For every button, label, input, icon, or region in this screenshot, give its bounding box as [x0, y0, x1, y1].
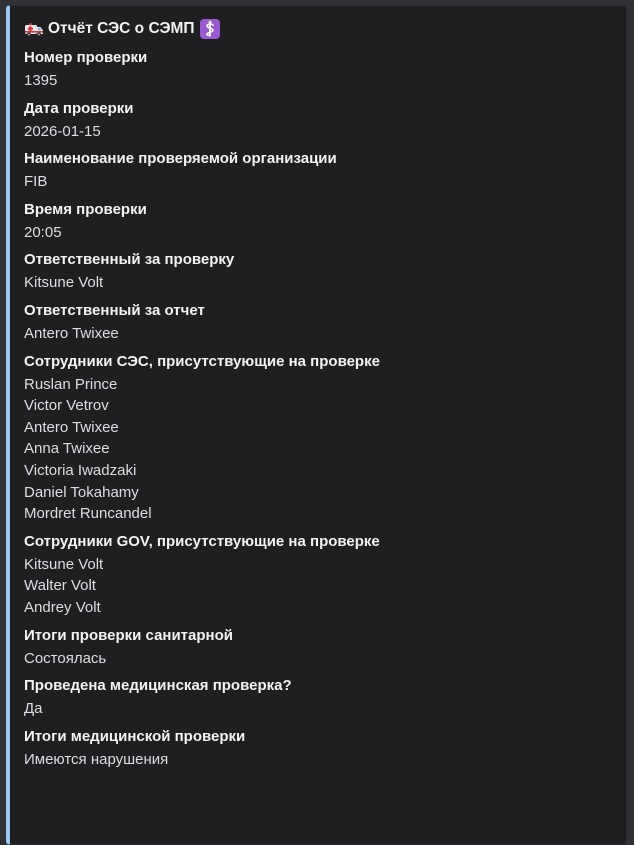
field-name: Дата проверки [24, 99, 134, 117]
embed-title: Отчёт СЭС о СЭМП [24, 16, 612, 42]
field-value: Да [24, 700, 43, 718]
embed-field: Дата проверки 2026-01-15 [24, 98, 612, 143]
field-value: Kitsune Volt Walter Volt Andrey Volt [24, 555, 104, 616]
field-name: Номер проверки [24, 49, 148, 66]
field-value: Имеются нарушения [24, 750, 169, 768]
field-name: Время проверки [24, 200, 147, 218]
field-value: Ruslan Prince Victor Vetrov Antero Twixe… [24, 375, 152, 523]
field-value: FIB [24, 173, 48, 191]
embed-field: Сотрудники СЭС, присутствующие на провер… [24, 351, 612, 525]
embed-field: Итоги медицинской проверки Имеются наруше… [24, 726, 612, 771]
field-name: Ответственный за проверку [24, 251, 235, 269]
embed-field: Ответственный за отчет Antero Twixee [24, 300, 612, 345]
field-value: Kitsune Volt [24, 274, 104, 292]
field-name: Сотрудники GOV, присутствующие на провер… [24, 532, 380, 550]
field-name: Сотрудники СЭС, присутствующие на провер… [24, 352, 380, 370]
medical-symbol-icon [199, 19, 220, 39]
embed-title-text: Отчёт СЭС о СЭМП [48, 20, 195, 37]
field-value: Antero Twixee [24, 324, 119, 342]
embed-field: Время проверки 20:05 [24, 199, 612, 244]
embed-field: Номер проверки 1395 [24, 47, 612, 92]
field-value: 2026-01-15 [24, 122, 101, 140]
field-name: Ответственный за отчет [24, 301, 205, 319]
embed-field: Сотрудники GOV, присутствующие на провер… [24, 531, 612, 619]
field-value: 1395 [24, 72, 58, 89]
embed-field: Проведена медицинская проверка? Да [24, 675, 612, 720]
field-name: Наименование проверяемой организации [24, 150, 337, 168]
report-embed: Отчёт СЭС о СЭМП Номер проверки 1395 Дата … [6, 5, 627, 845]
field-value: Состоялась [24, 649, 107, 667]
embed-field: Ответственный за проверку Kitsune Volt [24, 249, 612, 294]
embed-fields: Номер проверки 1395 Дата проверки 2026-01-1… [24, 47, 612, 770]
embed-content: Отчёт СЭС о СЭМП Номер проверки 1395 Дата … [24, 16, 612, 770]
field-name: Итоги медицинской проверки [24, 727, 246, 745]
ambulance-icon [24, 20, 44, 38]
field-value: 20:05 [24, 223, 62, 241]
embed-field: Итоги проверки санитарной Состоялась [24, 625, 612, 670]
field-name: Итоги проверки санитарной [24, 626, 233, 644]
embed-field: Наименование проверяемой организации FIB [24, 148, 612, 193]
field-name: Проведена медицинская проверка? [24, 677, 292, 695]
